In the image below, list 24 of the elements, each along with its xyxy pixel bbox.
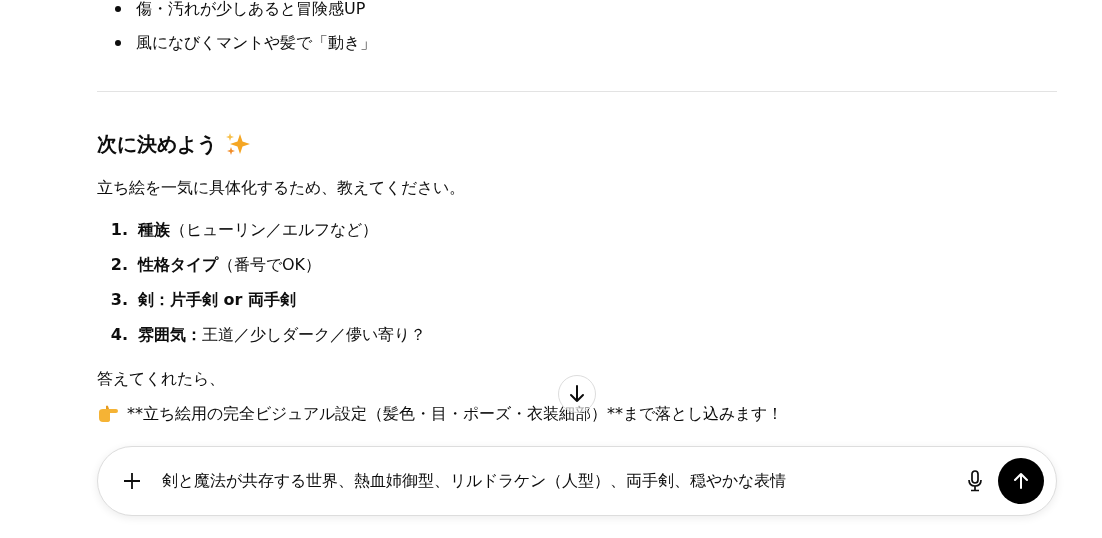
question-item: 性格タイプ（番号でOK） xyxy=(138,253,322,276)
list-number: 3. xyxy=(109,288,129,311)
intro-text: 立ち絵を一気に具体化するため、教えてください。 xyxy=(97,177,466,199)
list-number: 1. xyxy=(109,218,129,241)
pointer-line-text: **立ち絵用の完全ビジュアル設定（髪色・目・ポーズ・衣装細部）**まで落とし込みます！ xyxy=(127,403,783,425)
message-input[interactable]: 剣と魔法が共存する世界、熱血姉御型、リルドラケン（人型）、両手剣、穏やかな表情 xyxy=(156,469,952,493)
message-composer[interactable]: 剣と魔法が共存する世界、熱血姉御型、リルドラケン（人型）、両手剣、穏やかな表情 xyxy=(97,446,1057,516)
up-arrow-icon xyxy=(1013,472,1029,490)
bullet-text: 風になびくマントや髪で「動き」 xyxy=(136,32,376,54)
list-number: 2. xyxy=(109,253,129,276)
down-arrow-icon xyxy=(568,384,586,404)
list-number: 4. xyxy=(109,323,129,346)
plus-icon xyxy=(122,471,142,491)
closing-text: 答えてくれたら、 xyxy=(97,368,226,390)
pointing-hand-icon xyxy=(97,405,119,423)
question-item: 雰囲気：王道／少しダーク／儚い寄り？ xyxy=(138,323,426,346)
section-heading: 次に決めよう xyxy=(97,132,217,156)
question-item: 剣：片手剣 or 両手剣 xyxy=(138,288,297,311)
bullet-dot xyxy=(115,40,121,46)
send-button[interactable] xyxy=(998,458,1044,504)
bullet-dot xyxy=(115,6,121,12)
question-item: 種族（ヒューリン／エルフなど） xyxy=(138,218,378,241)
microphone-icon xyxy=(966,470,984,492)
bullet-text: 傷・汚れが少しあると冒険感UP xyxy=(136,0,366,20)
